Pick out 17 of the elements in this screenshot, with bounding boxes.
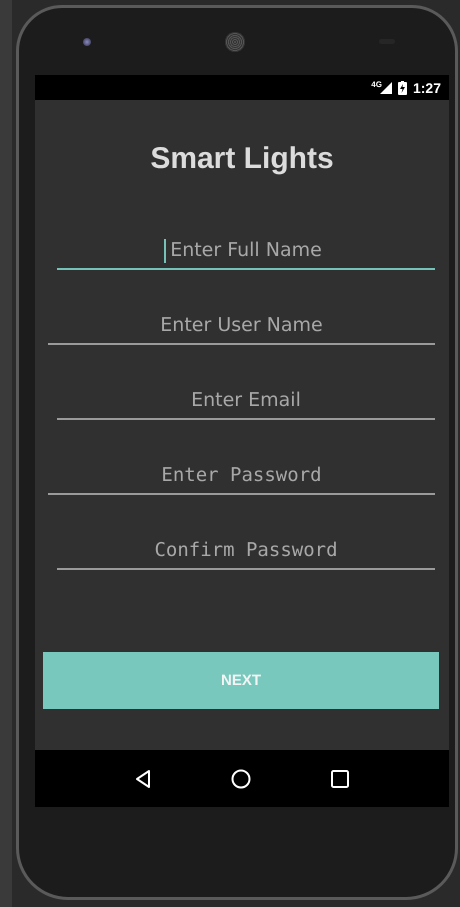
input-field[interactable]: Enter User Name [48,305,435,345]
battery-icon [398,80,407,94]
speaker-grille [225,32,245,52]
home-icon[interactable] [231,768,251,788]
text-cursor [164,239,166,263]
camera-icon [83,38,91,46]
network-label: 4G [371,80,382,89]
input-field[interactable]: Enter Email [57,380,435,420]
app-title: Smart Lights [149,142,335,176]
input-field[interactable]: Enter Password [48,455,435,495]
input-field[interactable]: Confirm Password [57,530,435,570]
clock-time: 1:27 [412,80,441,96]
signal-icon [380,82,392,94]
input-field[interactable]: Enter Full Name [57,230,435,270]
next-button[interactable]: NEXT [43,652,439,709]
back-icon[interactable] [135,768,151,788]
recents-icon[interactable] [331,770,349,788]
